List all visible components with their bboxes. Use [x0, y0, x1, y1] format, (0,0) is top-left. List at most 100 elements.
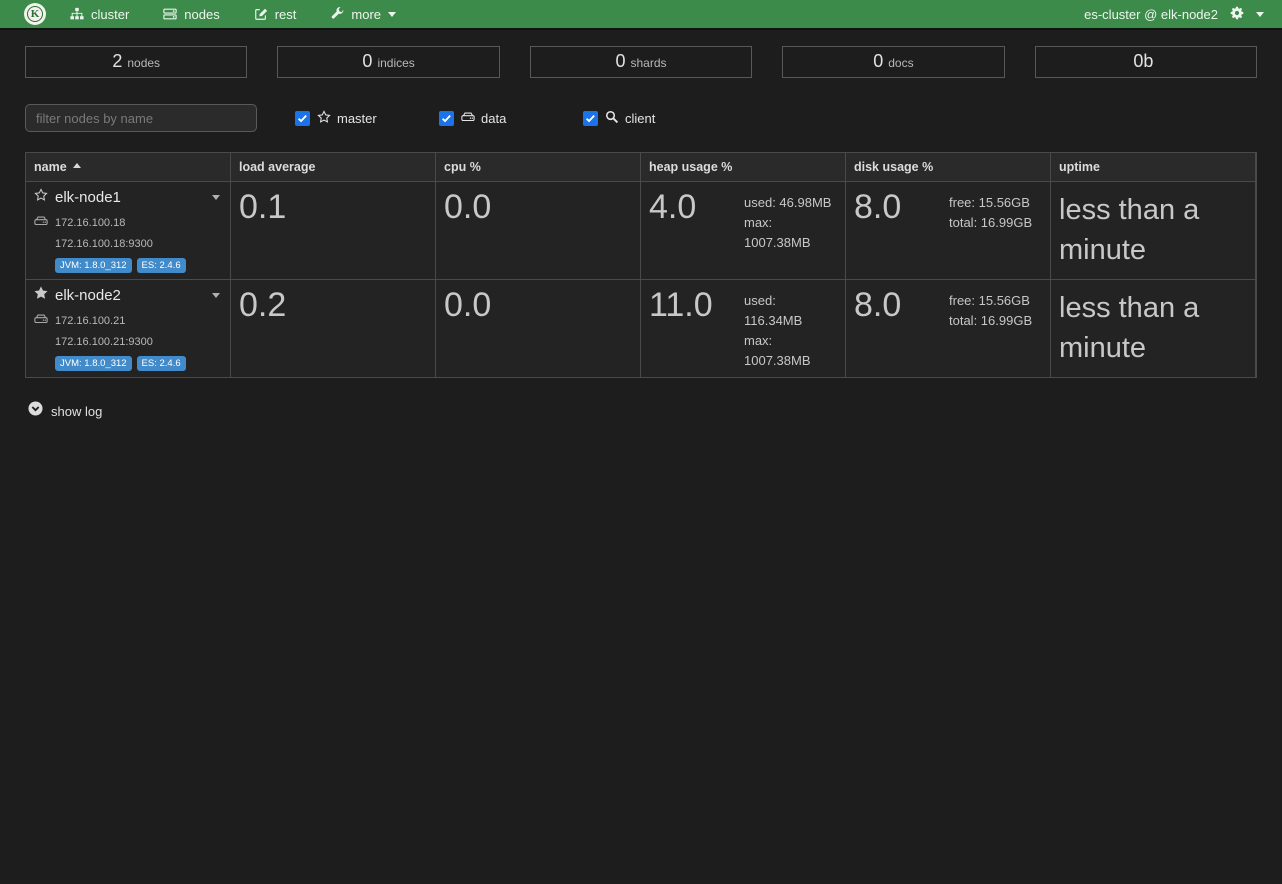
stat-label: indices [377, 56, 414, 70]
wrench-icon [330, 7, 344, 21]
stat-box-size: 0b [1035, 46, 1257, 78]
nav-item-label: more [351, 7, 381, 22]
table-header-row: name load average cpu % heap usage % dis… [26, 153, 1256, 182]
cpu-value: 0.0 [444, 286, 632, 325]
navbar-menu: cluster nodes rest more [70, 7, 396, 22]
checkbox-text: data [481, 111, 506, 126]
node-actions-dropdown[interactable] [212, 195, 220, 200]
node-address: 172.16.100.18 [55, 217, 125, 229]
kopf-logo[interactable]: K [24, 3, 46, 25]
show-log-toggle[interactable]: show log [28, 401, 1257, 421]
stat-box-shards: 0 shards [530, 46, 752, 78]
load-average-cell: 0.1 [231, 182, 436, 280]
column-header-heap[interactable]: heap usage % [641, 153, 846, 182]
checkbox-client[interactable]: client [583, 110, 689, 127]
chevron-down-icon[interactable] [1256, 12, 1264, 17]
nav-item-label: rest [275, 7, 297, 22]
heap-max: max: 1007.38MB [744, 331, 837, 371]
gear-icon[interactable] [1230, 6, 1244, 23]
stat-label: nodes [127, 56, 160, 70]
heap-percent: 4.0 [649, 188, 744, 227]
search-icon [605, 110, 619, 127]
column-header-name[interactable]: name [26, 153, 231, 182]
stat-box-nodes: 2 nodes [25, 46, 247, 78]
column-header-label: uptime [1059, 160, 1100, 174]
cpu-value: 0.0 [444, 188, 632, 227]
column-header-disk[interactable]: disk usage % [846, 153, 1051, 182]
nav-item-cluster[interactable]: cluster [70, 7, 129, 22]
sort-asc-icon [73, 163, 81, 168]
nav-item-nodes[interactable]: nodes [163, 7, 219, 22]
column-header-label: name [34, 160, 67, 174]
column-header-label: disk usage % [854, 160, 933, 174]
checkbox-label: data [461, 110, 506, 127]
checkbox-text: master [337, 111, 377, 126]
nav-item-rest[interactable]: rest [254, 7, 297, 22]
load-average-value: 0.1 [239, 188, 427, 227]
disk-total: total: 16.99GB [949, 311, 1032, 331]
cpu-cell: 0.0 [436, 182, 641, 280]
table-row: elk-node1 172.16.100.18 172.16.100.18:93… [26, 182, 1256, 280]
checkbox-master[interactable]: master [295, 110, 401, 127]
cluster-status: es-cluster @ elk-node2 [1084, 7, 1218, 22]
checkbox-checked-icon[interactable] [583, 111, 598, 126]
cluster-stats-row: 2 nodes 0 indices 0 shards 0 docs 0b [25, 46, 1257, 78]
node-actions-dropdown[interactable] [212, 293, 220, 298]
stat-value: 0b [1133, 51, 1153, 72]
stat-box-indices: 0 indices [277, 46, 499, 78]
heap-usage-cell: 4.0 used: 46.98MB max: 1007.38MB [641, 182, 846, 280]
heap-used: used: 46.98MB [744, 193, 837, 213]
chevron-down-icon [388, 12, 396, 17]
nodes-table: name load average cpu % heap usage % dis… [25, 152, 1257, 378]
disk-total: total: 16.99GB [949, 213, 1032, 233]
load-average-cell: 0.2 [231, 280, 436, 378]
column-header-load[interactable]: load average [231, 153, 436, 182]
checkbox-data[interactable]: data [439, 110, 545, 127]
heap-percent: 11.0 [649, 286, 744, 325]
uptime-cell: less than a minute [1051, 280, 1256, 378]
heap-used: used: 116.34MB [744, 291, 837, 331]
node-name: elk-node1 [55, 189, 121, 206]
server-icon [163, 7, 177, 21]
node-transport-address: 172.16.100.21:9300 [55, 336, 153, 348]
disk-usage-cell: 8.0 free: 15.56GB total: 16.99GB [846, 182, 1051, 280]
column-header-label: cpu % [444, 160, 481, 174]
navbar: K cluster nodes rest more [0, 0, 1282, 30]
stat-box-docs: 0 docs [782, 46, 1004, 78]
disk-details: free: 15.56GB total: 16.99GB [949, 188, 1032, 233]
checkbox-checked-icon[interactable] [295, 111, 310, 126]
column-header-uptime[interactable]: uptime [1051, 153, 1256, 182]
column-header-label: heap usage % [649, 160, 732, 174]
stat-value: 0 [362, 51, 372, 72]
chevron-circle-down-icon [28, 401, 43, 421]
table-body: elk-node1 172.16.100.18 172.16.100.18:93… [26, 182, 1256, 378]
edit-icon [254, 7, 268, 21]
navbar-right: es-cluster @ elk-node2 [1084, 6, 1264, 23]
uptime-cell: less than a minute [1051, 182, 1256, 280]
kopf-logo-letter: K [27, 6, 43, 22]
node-name-cell: elk-node1 172.16.100.18 172.16.100.18:93… [26, 182, 231, 280]
cpu-cell: 0.0 [436, 280, 641, 378]
checkbox-text: client [625, 111, 655, 126]
jvm-version-badge: JVM: 1.8.0_312 [55, 258, 132, 273]
checkbox-checked-icon[interactable] [439, 111, 454, 126]
main-content: 2 nodes 0 indices 0 shards 0 docs 0b [0, 30, 1282, 421]
filter-nodes-input[interactable] [25, 104, 257, 132]
node-name-cell: elk-node2 172.16.100.21 172.16.100.21:93… [26, 280, 231, 378]
uptime-value: less than a minute [1059, 286, 1247, 368]
load-average-value: 0.2 [239, 286, 427, 325]
column-header-cpu[interactable]: cpu % [436, 153, 641, 182]
checkbox-label: master [317, 110, 377, 127]
jvm-version-badge: JVM: 1.8.0_312 [55, 356, 132, 371]
nav-item-more[interactable]: more [330, 7, 396, 22]
master-eligible-star-icon [34, 188, 48, 207]
stat-label: docs [888, 56, 913, 70]
node-address: 172.16.100.21 [55, 315, 125, 327]
hdd-icon [461, 110, 475, 127]
disk-free: free: 15.56GB [949, 291, 1032, 311]
column-header-label: load average [239, 160, 315, 174]
node-name: elk-node2 [55, 287, 121, 304]
uptime-value: less than a minute [1059, 188, 1247, 270]
show-log-label: show log [51, 404, 102, 419]
nav-item-label: cluster [91, 7, 129, 22]
